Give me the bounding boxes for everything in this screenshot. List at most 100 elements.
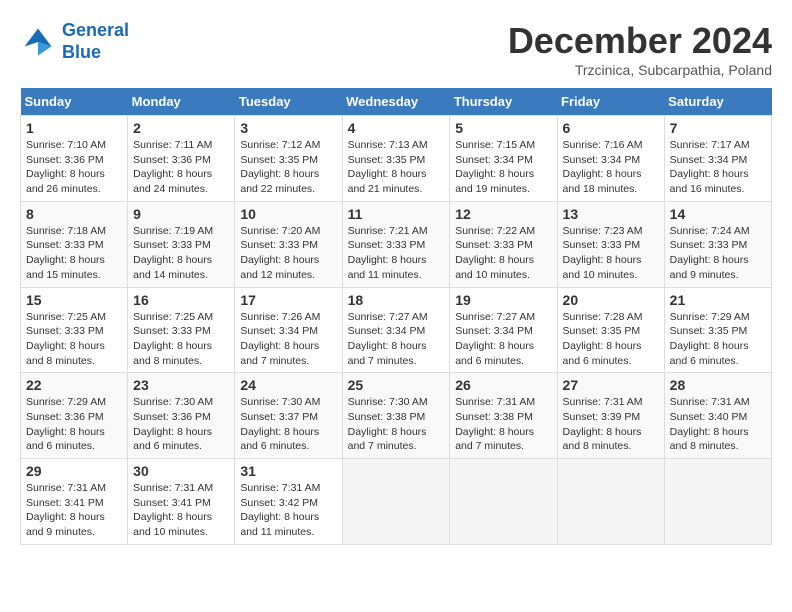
day-number: 28 (670, 377, 766, 393)
day-number: 16 (133, 292, 229, 308)
col-saturday: Saturday (664, 88, 771, 116)
day-detail: Sunrise: 7:27 AMSunset: 3:34 PMDaylight:… (348, 311, 428, 367)
day-number: 30 (133, 463, 229, 479)
calendar-cell: 15 Sunrise: 7:25 AMSunset: 3:33 PMDaylig… (21, 287, 128, 373)
header: General Blue December 2024 Trzcinica, Su… (20, 20, 772, 78)
day-detail: Sunrise: 7:27 AMSunset: 3:34 PMDaylight:… (455, 311, 535, 367)
day-detail: Sunrise: 7:31 AMSunset: 3:41 PMDaylight:… (26, 482, 106, 538)
day-number: 24 (240, 377, 336, 393)
day-detail: Sunrise: 7:11 AMSunset: 3:36 PMDaylight:… (133, 139, 212, 195)
calendar-week-3: 15 Sunrise: 7:25 AMSunset: 3:33 PMDaylig… (21, 287, 772, 373)
day-detail: Sunrise: 7:15 AMSunset: 3:34 PMDaylight:… (455, 139, 535, 195)
calendar-cell: 20 Sunrise: 7:28 AMSunset: 3:35 PMDaylig… (557, 287, 664, 373)
calendar-cell: 21 Sunrise: 7:29 AMSunset: 3:35 PMDaylig… (664, 287, 771, 373)
day-number: 21 (670, 292, 766, 308)
calendar-cell (557, 459, 664, 545)
calendar-header-row: Sunday Monday Tuesday Wednesday Thursday… (21, 88, 772, 116)
day-detail: Sunrise: 7:25 AMSunset: 3:33 PMDaylight:… (133, 311, 213, 367)
day-number: 13 (563, 206, 659, 222)
col-friday: Friday (557, 88, 664, 116)
day-number: 31 (240, 463, 336, 479)
day-number: 4 (348, 120, 445, 136)
day-detail: Sunrise: 7:31 AMSunset: 3:40 PMDaylight:… (670, 396, 750, 452)
col-wednesday: Wednesday (342, 88, 450, 116)
calendar-cell: 27 Sunrise: 7:31 AMSunset: 3:39 PMDaylig… (557, 373, 664, 459)
day-number: 23 (133, 377, 229, 393)
day-detail: Sunrise: 7:12 AMSunset: 3:35 PMDaylight:… (240, 139, 320, 195)
day-number: 12 (455, 206, 551, 222)
calendar-week-5: 29 Sunrise: 7:31 AMSunset: 3:41 PMDaylig… (21, 459, 772, 545)
col-monday: Monday (128, 88, 235, 116)
calendar-cell: 25 Sunrise: 7:30 AMSunset: 3:38 PMDaylig… (342, 373, 450, 459)
day-detail: Sunrise: 7:16 AMSunset: 3:34 PMDaylight:… (563, 139, 643, 195)
calendar-table: Sunday Monday Tuesday Wednesday Thursday… (20, 88, 772, 545)
day-number: 19 (455, 292, 551, 308)
col-sunday: Sunday (21, 88, 128, 116)
day-number: 15 (26, 292, 122, 308)
calendar-cell: 12 Sunrise: 7:22 AMSunset: 3:33 PMDaylig… (450, 201, 557, 287)
day-number: 5 (455, 120, 551, 136)
calendar-week-2: 8 Sunrise: 7:18 AMSunset: 3:33 PMDayligh… (21, 201, 772, 287)
calendar-cell: 29 Sunrise: 7:31 AMSunset: 3:41 PMDaylig… (21, 459, 128, 545)
calendar-cell: 23 Sunrise: 7:30 AMSunset: 3:36 PMDaylig… (128, 373, 235, 459)
calendar-cell (450, 459, 557, 545)
calendar-cell: 13 Sunrise: 7:23 AMSunset: 3:33 PMDaylig… (557, 201, 664, 287)
calendar-cell: 22 Sunrise: 7:29 AMSunset: 3:36 PMDaylig… (21, 373, 128, 459)
day-number: 6 (563, 120, 659, 136)
day-detail: Sunrise: 7:28 AMSunset: 3:35 PMDaylight:… (563, 311, 643, 367)
calendar-cell: 2 Sunrise: 7:11 AMSunset: 3:36 PMDayligh… (128, 116, 235, 202)
month-title: December 2024 (508, 20, 772, 62)
day-number: 26 (455, 377, 551, 393)
day-number: 17 (240, 292, 336, 308)
day-detail: Sunrise: 7:19 AMSunset: 3:33 PMDaylight:… (133, 225, 213, 281)
location: Trzcinica, Subcarpathia, Poland (508, 62, 772, 78)
logo: General Blue (20, 20, 129, 63)
calendar-cell: 9 Sunrise: 7:19 AMSunset: 3:33 PMDayligh… (128, 201, 235, 287)
day-detail: Sunrise: 7:21 AMSunset: 3:33 PMDaylight:… (348, 225, 428, 281)
calendar-week-4: 22 Sunrise: 7:29 AMSunset: 3:36 PMDaylig… (21, 373, 772, 459)
calendar-cell: 7 Sunrise: 7:17 AMSunset: 3:34 PMDayligh… (664, 116, 771, 202)
day-detail: Sunrise: 7:26 AMSunset: 3:34 PMDaylight:… (240, 311, 320, 367)
day-detail: Sunrise: 7:31 AMSunset: 3:38 PMDaylight:… (455, 396, 535, 452)
calendar-cell: 11 Sunrise: 7:21 AMSunset: 3:33 PMDaylig… (342, 201, 450, 287)
day-detail: Sunrise: 7:18 AMSunset: 3:33 PMDaylight:… (26, 225, 106, 281)
day-detail: Sunrise: 7:24 AMSunset: 3:33 PMDaylight:… (670, 225, 750, 281)
day-number: 22 (26, 377, 122, 393)
calendar-cell: 5 Sunrise: 7:15 AMSunset: 3:34 PMDayligh… (450, 116, 557, 202)
title-area: December 2024 Trzcinica, Subcarpathia, P… (508, 20, 772, 78)
day-detail: Sunrise: 7:20 AMSunset: 3:33 PMDaylight:… (240, 225, 320, 281)
calendar-cell: 10 Sunrise: 7:20 AMSunset: 3:33 PMDaylig… (235, 201, 342, 287)
logo-bird-icon (20, 24, 56, 60)
day-detail: Sunrise: 7:30 AMSunset: 3:36 PMDaylight:… (133, 396, 213, 452)
calendar-cell: 3 Sunrise: 7:12 AMSunset: 3:35 PMDayligh… (235, 116, 342, 202)
day-number: 7 (670, 120, 766, 136)
day-number: 10 (240, 206, 336, 222)
calendar-cell: 17 Sunrise: 7:26 AMSunset: 3:34 PMDaylig… (235, 287, 342, 373)
day-detail: Sunrise: 7:25 AMSunset: 3:33 PMDaylight:… (26, 311, 106, 367)
day-detail: Sunrise: 7:13 AMSunset: 3:35 PMDaylight:… (348, 139, 428, 195)
col-tuesday: Tuesday (235, 88, 342, 116)
day-detail: Sunrise: 7:22 AMSunset: 3:33 PMDaylight:… (455, 225, 535, 281)
calendar-week-1: 1 Sunrise: 7:10 AMSunset: 3:36 PMDayligh… (21, 116, 772, 202)
calendar-cell (342, 459, 450, 545)
calendar-cell: 6 Sunrise: 7:16 AMSunset: 3:34 PMDayligh… (557, 116, 664, 202)
day-number: 14 (670, 206, 766, 222)
day-detail: Sunrise: 7:17 AMSunset: 3:34 PMDaylight:… (670, 139, 750, 195)
calendar-cell: 18 Sunrise: 7:27 AMSunset: 3:34 PMDaylig… (342, 287, 450, 373)
logo-text: General Blue (62, 20, 129, 63)
calendar-cell: 8 Sunrise: 7:18 AMSunset: 3:33 PMDayligh… (21, 201, 128, 287)
day-number: 9 (133, 206, 229, 222)
calendar-cell (664, 459, 771, 545)
calendar-cell: 1 Sunrise: 7:10 AMSunset: 3:36 PMDayligh… (21, 116, 128, 202)
day-number: 3 (240, 120, 336, 136)
calendar-cell: 19 Sunrise: 7:27 AMSunset: 3:34 PMDaylig… (450, 287, 557, 373)
day-number: 27 (563, 377, 659, 393)
day-number: 25 (348, 377, 445, 393)
calendar-cell: 24 Sunrise: 7:30 AMSunset: 3:37 PMDaylig… (235, 373, 342, 459)
day-detail: Sunrise: 7:31 AMSunset: 3:41 PMDaylight:… (133, 482, 213, 538)
day-detail: Sunrise: 7:30 AMSunset: 3:38 PMDaylight:… (348, 396, 428, 452)
day-number: 11 (348, 206, 445, 222)
calendar-cell: 31 Sunrise: 7:31 AMSunset: 3:42 PMDaylig… (235, 459, 342, 545)
day-number: 29 (26, 463, 122, 479)
day-detail: Sunrise: 7:23 AMSunset: 3:33 PMDaylight:… (563, 225, 643, 281)
